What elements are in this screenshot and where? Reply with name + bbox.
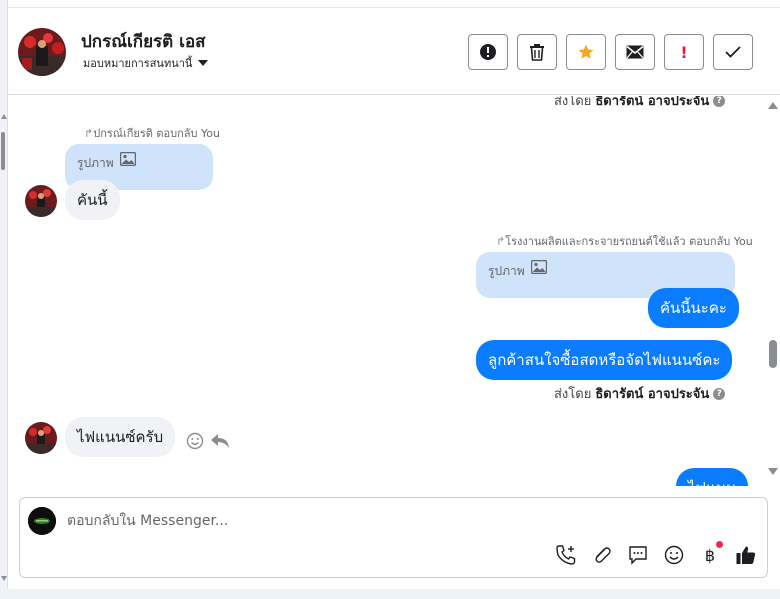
paperclip-icon <box>595 547 611 563</box>
trash-icon <box>530 44 544 61</box>
sent-by-name: ธิดารัตน์ อาจประจัน <box>595 387 710 402</box>
delete-button[interactable] <box>517 34 557 70</box>
conversation-header: ปกรณ์เกียรติ เอส มอบหมายการสนทนานี้ ! <box>8 7 780 95</box>
thread-scrollbar[interactable] <box>768 96 780 486</box>
quoted-text: รูปภาพ <box>77 156 114 170</box>
like-button[interactable] <box>735 544 757 566</box>
footer-strip <box>0 589 780 599</box>
mark-spam-button[interactable] <box>468 34 508 70</box>
incoming-message[interactable]: คันนี้ <box>65 180 120 220</box>
conversation-panel: ปกรณ์เกียรติ เอส มอบหมายการสนทนานี้ ! ส่… <box>0 0 780 599</box>
header-actions: ! <box>468 34 753 70</box>
sent-by-prefix: ส่งโดย <box>554 96 592 109</box>
saved-replies-button[interactable] <box>627 544 649 566</box>
message-thread[interactable]: ส่งโดย ธิดารัตน์ อาจประจัน ? ↱ปกรณ์เกียร… <box>8 96 768 486</box>
reply-icon[interactable] <box>210 433 230 449</box>
contact-avatar[interactable] <box>18 28 66 76</box>
image-icon <box>530 260 547 274</box>
scroll-down-icon[interactable] <box>768 468 778 475</box>
thumbs-up-icon <box>736 546 756 564</box>
scroll-thumb[interactable] <box>769 340 777 368</box>
message-composer: ฿ <box>19 497 768 578</box>
quoted-text: รูปภาพ <box>488 264 525 278</box>
emoji-icon <box>664 545 684 565</box>
emoji-react-icon[interactable] <box>186 432 204 450</box>
chevron-down-icon[interactable] <box>198 60 209 66</box>
payment-button[interactable]: ฿ <box>699 541 723 566</box>
sent-by-prefix: ส่งโดย <box>554 387 592 402</box>
assign-conversation-dropdown[interactable]: มอบหมายการสนทนานี้ <box>83 54 209 72</box>
star-icon <box>578 44 594 59</box>
left-scroll-up-icon[interactable] <box>1 114 7 119</box>
phone-plus-icon <box>556 545 576 565</box>
assign-label: มอบหมายการสนทนานี้ <box>83 57 193 70</box>
outgoing-message[interactable]: คันนี้นะคะ <box>648 288 739 328</box>
contact-avatar-small[interactable] <box>25 422 57 454</box>
image-icon <box>119 152 136 166</box>
sent-by-name: ธิดารัตน์ อาจประจัน <box>595 96 710 109</box>
emoji-button[interactable] <box>663 544 685 566</box>
notification-dot <box>716 541 723 548</box>
quick-reply-icon <box>629 546 647 565</box>
call-button[interactable] <box>555 544 577 566</box>
message-tools <box>186 432 230 450</box>
envelope-icon <box>626 45 644 59</box>
mark-important-button[interactable]: ! <box>664 34 704 70</box>
incoming-message[interactable]: ไฟแนนซ์ครับ <box>65 417 176 457</box>
left-scroll-thumb[interactable] <box>1 132 5 170</box>
attach-button[interactable] <box>591 544 613 566</box>
reply-note-text: ปกรณ์เกียรติ ตอบกลับ You <box>93 127 220 140</box>
star-button[interactable] <box>566 34 606 70</box>
mark-done-button[interactable] <box>713 34 753 70</box>
contact-avatar-small[interactable] <box>25 185 57 217</box>
outgoing-message-partial[interactable]: ไฟแนน <box>676 468 749 486</box>
sent-by-label-top: ส่งโดย ธิดารัตน์ อาจประจัน ? <box>554 96 726 111</box>
page-avatar <box>28 507 56 535</box>
scroll-up-icon[interactable] <box>768 102 778 109</box>
reply-arrow-icon: ↱ <box>84 127 94 140</box>
reply-input[interactable] <box>67 510 727 532</box>
baht-icon: ฿ <box>704 545 716 565</box>
reply-arrow-icon: ↱ <box>496 235 506 248</box>
reply-note: ↱ปกรณ์เกียรติ ตอบกลับ You <box>84 124 220 142</box>
reply-note: ↱โรงงานผลิตและกระจายรถยนต์ใช้แล้ว ตอบกลั… <box>496 232 753 250</box>
check-icon <box>725 46 741 58</box>
reply-note-text: โรงงานผลิตและกระจายรถยนต์ใช้แล้ว ตอบกลับ… <box>505 235 753 248</box>
left-scrollbar[interactable] <box>0 0 8 599</box>
composer-tools: ฿ <box>555 541 757 566</box>
outgoing-message[interactable]: ลูกค้าสนใจซื้อสดหรือจัดไฟแนนซ์คะ <box>476 340 733 380</box>
important-label: ! <box>680 42 688 62</box>
left-scroll-down-icon[interactable] <box>1 576 7 581</box>
help-icon[interactable]: ? <box>713 387 726 400</box>
sent-by-label: ส่งโดย ธิดารัตน์ อาจประจัน ? <box>554 383 726 404</box>
help-icon[interactable]: ? <box>713 96 726 107</box>
alert-circle-icon <box>480 44 496 60</box>
mark-unread-button[interactable] <box>615 34 655 70</box>
contact-name: ปกรณ์เกียรติ เอส <box>81 32 206 52</box>
